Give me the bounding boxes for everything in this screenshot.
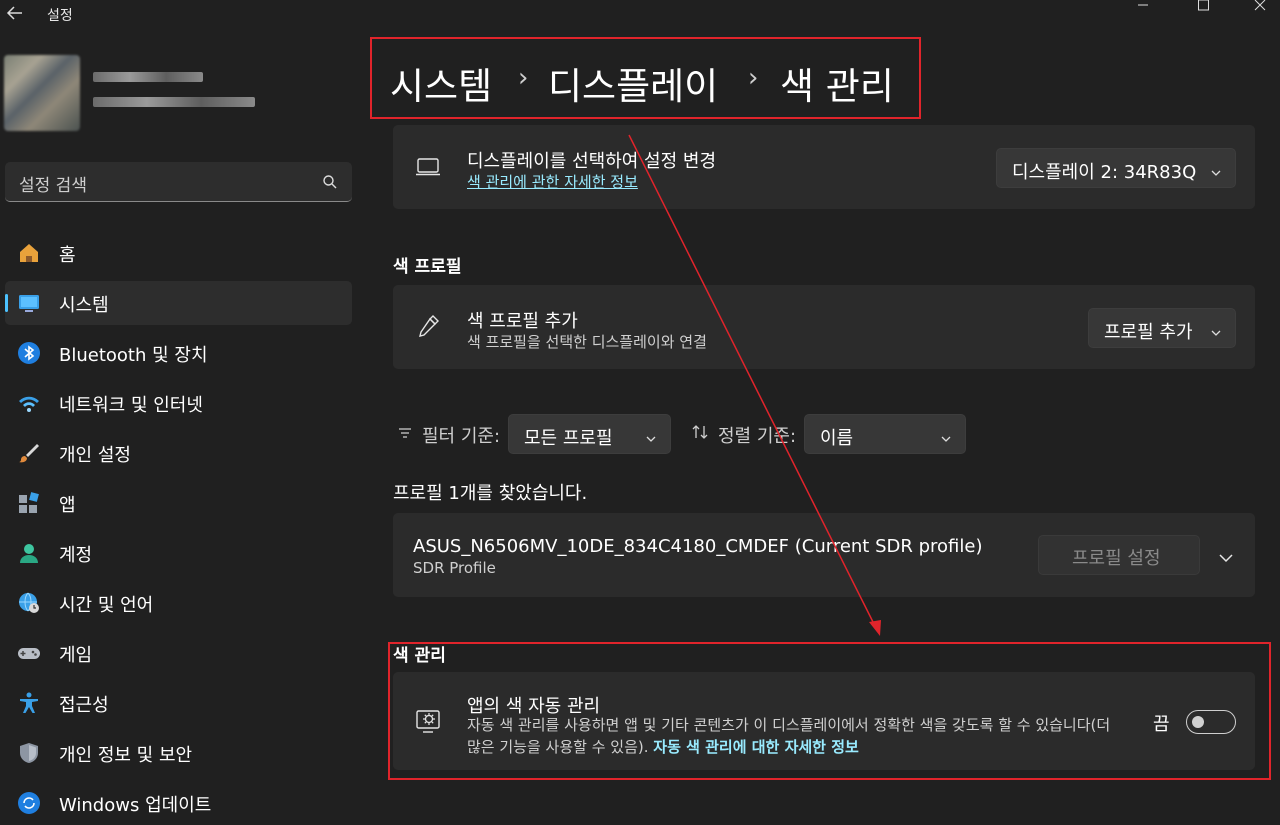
annotation-arrow [628,134,881,636]
